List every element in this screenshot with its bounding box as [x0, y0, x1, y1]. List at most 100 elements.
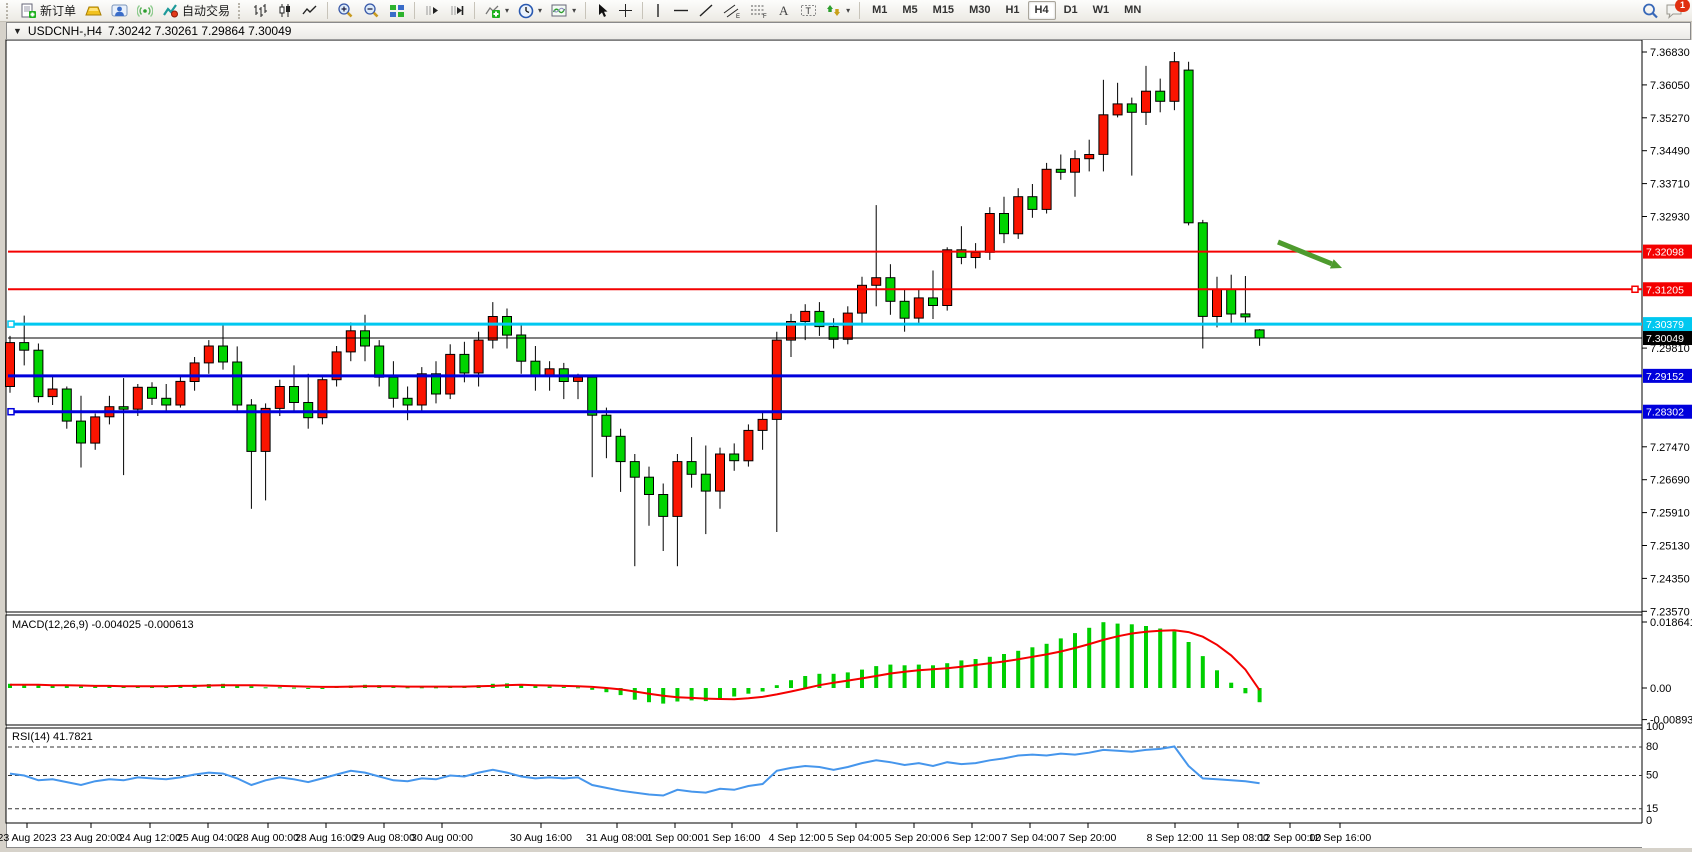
- svg-text:RSI(14) 41.7821: RSI(14) 41.7821: [12, 731, 93, 743]
- tab-timeframe-m15[interactable]: M15: [926, 1, 961, 20]
- signals-button[interactable]: [133, 1, 157, 20]
- arrow-objects-icon: [826, 3, 842, 18]
- svg-text:28 Aug 00:00: 28 Aug 00:00: [237, 832, 299, 844]
- svg-text:7.25910: 7.25910: [1650, 508, 1690, 520]
- horizontal-line-tool[interactable]: [669, 1, 693, 20]
- tile-windows-button[interactable]: [385, 1, 409, 20]
- arrows-tool[interactable]: ▾: [822, 1, 854, 20]
- chevron-down-icon: ▾: [505, 6, 509, 15]
- auto-scroll-button[interactable]: [420, 1, 444, 20]
- toolbar-separator: [414, 2, 415, 19]
- text-label-tool[interactable]: T: [796, 1, 821, 20]
- zoom-out-icon: [363, 3, 380, 19]
- svg-text:7.30379: 7.30379: [1646, 319, 1684, 331]
- tab-timeframe-m5[interactable]: M5: [895, 1, 924, 20]
- vertical-line-tool[interactable]: [648, 1, 668, 20]
- chart-ohlc-values: 7.30242 7.30261 7.29864 7.30049: [108, 24, 292, 38]
- svg-text:24 Aug 12:00: 24 Aug 12:00: [119, 832, 181, 844]
- crosshair-button[interactable]: [614, 1, 637, 20]
- indicators-button[interactable]: ▾: [480, 1, 513, 20]
- chevron-down-icon: ▾: [846, 6, 850, 15]
- new-order-button[interactable]: 新订单: [16, 1, 80, 20]
- tab-timeframe-h4[interactable]: H4: [1028, 1, 1056, 20]
- tab-timeframe-m30[interactable]: M30: [962, 1, 997, 20]
- svg-text:7.30049: 7.30049: [1646, 333, 1684, 345]
- trendline-icon: [698, 3, 714, 18]
- text-tool[interactable]: A: [773, 1, 795, 20]
- svg-text:MACD(12,26,9) -0.004025 -0.000: MACD(12,26,9) -0.004025 -0.000613: [12, 619, 194, 631]
- svg-text:7 Sep 20:00: 7 Sep 20:00: [1060, 832, 1117, 844]
- indicators-icon: [484, 3, 501, 18]
- text-label-icon: T: [800, 3, 817, 18]
- svg-text:7 Sep 04:00: 7 Sep 04:00: [1002, 832, 1059, 844]
- svg-text:7.32098: 7.32098: [1646, 247, 1684, 259]
- svg-text:50: 50: [1646, 770, 1658, 782]
- zoom-in-button[interactable]: [333, 1, 358, 20]
- window-bottom-strip: [0, 848, 1692, 852]
- candlestick-mode-button[interactable]: [273, 1, 297, 20]
- trendline-tool[interactable]: [694, 1, 718, 20]
- tab-timeframe-w1[interactable]: W1: [1086, 1, 1117, 20]
- svg-text:30 Aug 00:00: 30 Aug 00:00: [411, 832, 473, 844]
- cursor-icon: [595, 3, 609, 18]
- svg-text:5 Sep 04:00: 5 Sep 04:00: [828, 832, 885, 844]
- chart-titlebar[interactable]: ▼ USDCNH-,H4 7.30242 7.30261 7.29864 7.3…: [6, 22, 1691, 40]
- svg-text:7.27470: 7.27470: [1650, 442, 1690, 454]
- main-toolbar: 新订单 自动交易 ▾ ▾: [0, 0, 1692, 22]
- svg-text:80: 80: [1646, 741, 1658, 753]
- svg-text:100: 100: [1646, 721, 1664, 733]
- chart-shift-button[interactable]: [445, 1, 469, 20]
- svg-text:0: 0: [1646, 815, 1652, 827]
- chevron-down-icon: ▾: [572, 6, 576, 15]
- template-icon: [551, 3, 568, 18]
- svg-text:30 Aug 16:00: 30 Aug 16:00: [510, 832, 572, 844]
- svg-text:25 Aug 04:00: 25 Aug 04:00: [177, 832, 239, 844]
- auto-trading-button[interactable]: 自动交易: [158, 1, 234, 20]
- toolbar-separator: [327, 2, 328, 19]
- zoom-out-button[interactable]: [359, 1, 384, 20]
- periods-button[interactable]: ▾: [514, 1, 546, 20]
- svg-text:7.32930: 7.32930: [1650, 212, 1690, 224]
- svg-text:A: A: [779, 3, 789, 18]
- tile-windows-icon: [389, 3, 405, 18]
- collapse-triangle-icon[interactable]: ▼: [13, 26, 22, 36]
- zoom-in-icon: [337, 3, 354, 19]
- svg-text:E: E: [736, 14, 740, 19]
- line-chart-mode-button[interactable]: [298, 1, 322, 20]
- search-icon[interactable]: [1642, 3, 1659, 19]
- svg-text:7.25130: 7.25130: [1650, 541, 1690, 553]
- deposit-button[interactable]: [81, 1, 106, 20]
- toolbar-separator: [859, 2, 860, 19]
- toolbar-grip[interactable]: [6, 3, 12, 19]
- svg-text:F: F: [763, 14, 767, 19]
- fibonacci-tool[interactable]: F: [746, 1, 772, 20]
- svg-text:12 Sep 16:00: 12 Sep 16:00: [1309, 832, 1372, 844]
- auto-trading-icon: [162, 3, 179, 18]
- svg-text:6 Sep 12:00: 6 Sep 12:00: [944, 832, 1001, 844]
- tab-timeframe-h1[interactable]: H1: [998, 1, 1026, 20]
- tab-timeframe-d1[interactable]: D1: [1057, 1, 1085, 20]
- svg-text:23 Aug 20:00: 23 Aug 20:00: [60, 832, 122, 844]
- chevron-down-icon: ▾: [538, 6, 542, 15]
- tab-timeframe-mn[interactable]: MN: [1117, 1, 1148, 20]
- notification-badge: 1: [1675, 0, 1690, 12]
- templates-button[interactable]: ▾: [547, 1, 580, 20]
- auto-trading-label: 自动交易: [182, 2, 230, 19]
- toolbar-separator: [585, 2, 586, 19]
- line-chart-icon: [302, 3, 318, 18]
- community-button[interactable]: [107, 1, 132, 20]
- notifications-button[interactable]: 1: [1665, 3, 1683, 19]
- toolbar-grip[interactable]: [238, 3, 244, 19]
- tab-timeframe-m1[interactable]: M1: [865, 1, 894, 20]
- cursor-button[interactable]: [591, 1, 613, 20]
- svg-text:31 Aug 08:00: 31 Aug 08:00: [586, 832, 648, 844]
- crosshair-icon: [618, 3, 633, 18]
- chart-canvas[interactable]: 7.368307.360507.352707.344907.337107.329…: [0, 0, 1692, 852]
- svg-text:7.28302: 7.28302: [1646, 407, 1684, 419]
- clock-icon: [518, 3, 534, 19]
- channel-tool[interactable]: E: [719, 1, 745, 20]
- svg-text:1 Sep 00:00: 1 Sep 00:00: [647, 832, 704, 844]
- svg-text:0.00: 0.00: [1650, 683, 1671, 695]
- bar-chart-mode-button[interactable]: [248, 1, 272, 20]
- toolbar-separator: [474, 2, 475, 19]
